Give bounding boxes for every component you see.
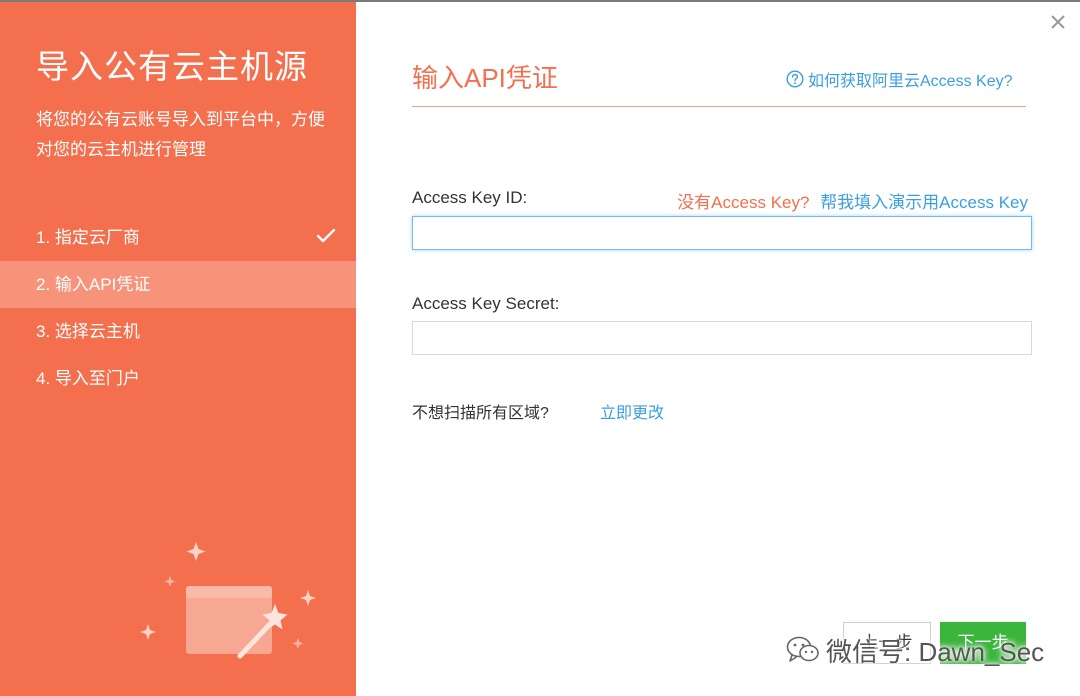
watermark-text: 微信号: Dawn_Sec <box>826 636 1045 667</box>
step-label: 3. 选择云主机 <box>36 322 140 341</box>
magic-wand-illustration <box>140 542 316 659</box>
access-key-secret-label: Access Key Secret: <box>412 294 560 313</box>
step-select-hosts[interactable]: 3. 选择云主机 <box>0 308 356 355</box>
no-access-key-text: 没有Access Key? <box>677 193 810 212</box>
step-import-to-portal[interactable]: 4. 导入至门户 <box>0 355 356 402</box>
wechat-watermark: 微信号: Dawn_Sec <box>786 630 1044 670</box>
section-title: 输入API凭证 <box>412 63 558 93</box>
wizard-steps: 1. 指定云厂商 2. 输入API凭证 3. 选择云主机 4. 导入至门户 <box>0 214 356 402</box>
help-link-text: 如何获取阿里云Access Key? <box>808 73 1013 90</box>
help-link-access-key[interactable]: 如何获取阿里云Access Key? <box>786 67 1013 91</box>
question-circle-icon <box>786 70 804 88</box>
access-key-secret-input[interactable] <box>412 321 1032 355</box>
step-select-vendor[interactable]: 1. 指定云厂商 <box>0 214 356 261</box>
title-divider <box>412 106 1026 107</box>
demo-key-links: 没有Access Key? 帮我填入演示用Access Key <box>677 188 1028 213</box>
step-label: 1. 指定云厂商 <box>36 228 140 247</box>
change-region-link[interactable]: 立即更改 <box>600 399 664 423</box>
step-label: 4. 导入至门户 <box>36 369 140 388</box>
check-icon <box>316 228 336 243</box>
wechat-icon <box>786 636 819 662</box>
step-label: 2. 输入API凭证 <box>36 275 151 294</box>
region-question: 不想扫描所有区域? <box>412 405 549 422</box>
sidebar-title: 导入公有云主机源 <box>36 48 308 85</box>
access-key-id-input[interactable] <box>412 216 1032 250</box>
close-icon[interactable] <box>1048 12 1068 32</box>
step-enter-api-credentials[interactable]: 2. 输入API凭证 <box>0 261 356 308</box>
sidebar-description: 将您的公有云账号导入到平台中，方便对您的云主机进行管理 <box>36 110 325 159</box>
access-key-id-label: Access Key ID: <box>412 188 528 207</box>
wizard-sidebar: 导入公有云主机源 将您的公有云账号导入到平台中，方便对您的云主机进行管理 1. … <box>0 2 356 696</box>
fill-demo-key-link[interactable]: 帮我填入演示用Access Key <box>820 193 1028 212</box>
